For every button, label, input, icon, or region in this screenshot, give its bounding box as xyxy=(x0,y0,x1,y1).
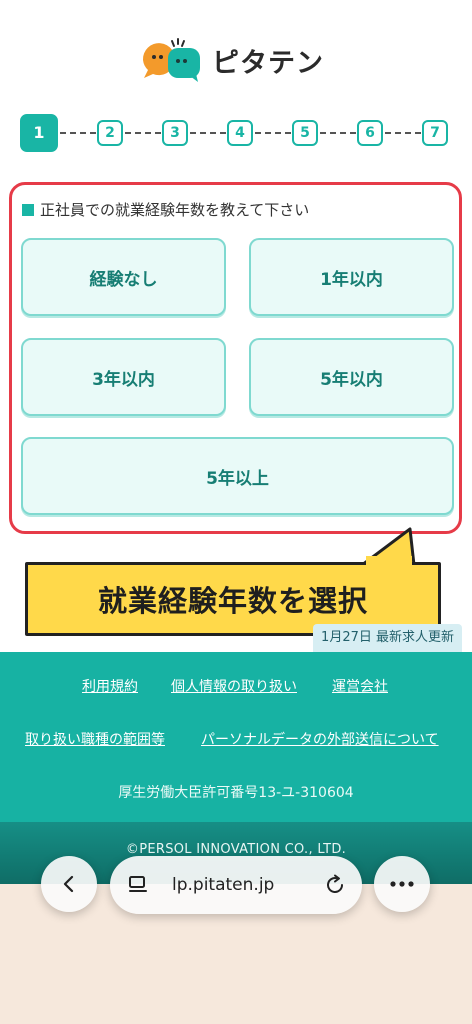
step-5: 5 xyxy=(292,120,318,146)
header: ピタテン xyxy=(0,0,472,100)
square-bullet-icon xyxy=(22,203,34,216)
question-text: 正社員での就業経験年数を教えて下さい xyxy=(40,201,310,219)
callout-pointer-cover xyxy=(366,556,412,566)
reload-icon[interactable] xyxy=(324,874,346,896)
step-6: 6 xyxy=(357,120,383,146)
step-4: 4 xyxy=(227,120,253,146)
privacy-link[interactable]: 個人情報の取り扱い xyxy=(171,676,297,696)
url-text: lp.pitaten.jp xyxy=(172,875,275,895)
page-menu-icon[interactable] xyxy=(128,875,150,895)
personal-data-link[interactable]: パーソナルデータの外部送信について xyxy=(201,729,439,749)
company-link[interactable]: 運営会社 xyxy=(332,676,388,696)
option-no-experience[interactable]: 経験なし xyxy=(21,238,226,316)
footer: 利用規約 個人情報の取り扱い 運営会社 取り扱い職種の範囲等 パーソナルデータの… xyxy=(0,652,472,822)
more-button[interactable] xyxy=(374,856,430,912)
back-button[interactable] xyxy=(41,856,97,912)
callout-text: 就業経験年数を選択 xyxy=(97,584,368,618)
step-connector xyxy=(255,132,291,134)
chat-bubbles-icon xyxy=(142,38,200,82)
option-within-5-years[interactable]: 5年以内 xyxy=(249,338,454,416)
ellipsis-icon xyxy=(390,881,414,887)
step-indicator: 1 2 3 4 5 6 7 xyxy=(20,114,452,152)
brand-name: ピタテン xyxy=(212,47,324,79)
step-2: 2 xyxy=(97,120,123,146)
brand-logo[interactable]: ピタテン xyxy=(140,38,324,82)
chevron-left-icon xyxy=(63,875,74,893)
step-connector xyxy=(320,132,356,134)
step-3: 3 xyxy=(162,120,188,146)
question-panel: 正社員での就業経験年数を教えて下さい 経験なし 1年以内 3年以内 5年以内 5… xyxy=(9,182,462,534)
address-bar[interactable]: lp.pitaten.jp xyxy=(110,856,362,914)
license-number: 厚生労働大臣許可番号13-ユ-310604 xyxy=(118,785,354,801)
step-connector xyxy=(190,132,226,134)
job-scope-link[interactable]: 取り扱い職種の範囲等 xyxy=(25,729,165,749)
option-within-3-years[interactable]: 3年以内 xyxy=(21,338,226,416)
step-connector xyxy=(125,132,161,134)
option-over-5-years[interactable]: 5年以上 xyxy=(21,437,454,515)
step-connector xyxy=(385,132,421,134)
option-within-1-year[interactable]: 1年以内 xyxy=(249,238,454,316)
update-badge: 1月27日 最新求人更新 xyxy=(313,624,462,652)
terms-link[interactable]: 利用規約 xyxy=(82,676,138,696)
step-1: 1 xyxy=(20,114,58,152)
step-connector xyxy=(60,132,96,134)
copyright: ©PERSOL INNOVATION CO., LTD. xyxy=(125,842,347,857)
question-title: 正社員での就業経験年数を教えて下さい xyxy=(22,199,309,220)
step-7: 7 xyxy=(422,120,448,146)
